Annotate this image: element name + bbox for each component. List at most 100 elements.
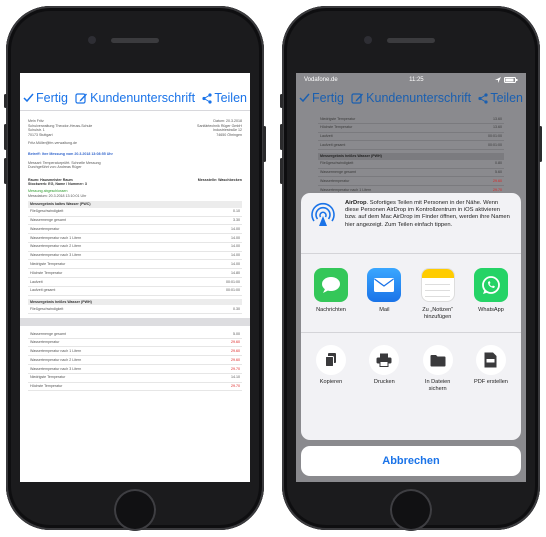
app-label: Nachrichten: [316, 307, 346, 313]
row-value: 14.00: [231, 244, 240, 249]
table-row: Wassertemperatur 29.60: [28, 339, 242, 348]
table-row: Wassermenge gesamt 3.30: [28, 217, 242, 226]
share-app-messages[interactable]: Nachrichten: [309, 268, 353, 332]
action-copy[interactable]: Kopieren: [309, 345, 353, 392]
action-label: Kopieren: [319, 379, 343, 385]
row-value: 29.60: [231, 349, 240, 354]
table-row: Wassertemperatur 29.60: [318, 177, 504, 187]
signature-button[interactable]: Kundenunterschrift: [75, 91, 195, 105]
volume-down-button: [4, 158, 7, 184]
app-label: WhatsApp: [478, 307, 504, 313]
screen-pdf-preview: Fertig Kundenunterschrift Teilen Mein Fr…: [20, 73, 250, 482]
home-button[interactable]: [114, 489, 156, 531]
room-sub: Stockwerk: EG, Name / Nummer: 3: [28, 182, 87, 187]
action-label: Drucken: [373, 379, 395, 385]
table-row: Laufzeit gesamt 00:01:00: [318, 141, 504, 151]
row-value: 5.00: [233, 331, 240, 336]
signature-label: Kundenunterschrift: [90, 91, 196, 105]
row-label: Laufzeit: [320, 134, 333, 139]
action-save-to-files[interactable]: In Dateien sichern: [416, 345, 460, 392]
airdrop-icon: [311, 202, 335, 226]
row-value: 0.80: [495, 161, 502, 166]
row-label: Wassertemperatur nach 1 Litern: [30, 349, 82, 354]
print-icon: [369, 345, 400, 375]
notes-icon: [420, 268, 455, 302]
navigation-bar: Fertig Kundenunterschrift Teilen: [20, 87, 250, 109]
earpiece-speaker: [387, 38, 435, 43]
row-label: Wassertemperatur: [320, 178, 350, 183]
share-button[interactable]: Teilen: [478, 91, 523, 105]
row-value: 00:01:00: [488, 134, 502, 139]
row-value: 29.60: [493, 178, 502, 183]
airdrop-title: AirDrop: [345, 200, 367, 206]
screen-share-sheet: Vodafone.de 11:25 Fertig Kundenunterschr…: [296, 73, 526, 482]
share-button[interactable]: Teilen: [202, 91, 247, 105]
subject-line: Betreff: Ihre Messung vom 20.3.2018 13:0…: [28, 151, 113, 156]
messages-icon: [314, 268, 348, 302]
row-value: 13.60: [493, 125, 502, 130]
airdrop-description: . Sofortiges Teilen mit Personen in der …: [345, 200, 510, 228]
folder-icon: [422, 345, 453, 375]
home-button[interactable]: [390, 489, 432, 531]
section-heading: Messergebnis heißes Wasser (PWH): [28, 298, 242, 306]
recipient-line: 74650 Öhringen: [216, 132, 242, 137]
row-label: Wassermenge gesamt: [30, 331, 66, 336]
table-row: Laufzeit 00:01:00: [28, 278, 242, 287]
measure-date: Messdatum: 20.3.2018 13:10:01 Uhr: [28, 193, 87, 198]
row-label: Laufzeit gesamt: [320, 142, 346, 147]
row-value: 14.00: [231, 235, 240, 240]
row-value: 13.60: [493, 116, 502, 121]
front-camera: [88, 36, 96, 44]
action-print[interactable]: Drucken: [362, 345, 406, 392]
volume-up-button: [4, 124, 7, 150]
row-value: 29.70: [231, 366, 240, 371]
mail-icon: [367, 268, 402, 302]
volume-up-button: [280, 124, 283, 150]
share-app-notes[interactable]: Zu „Notizen“ hinzufügen: [416, 268, 460, 332]
share-label: Teilen: [214, 91, 247, 105]
row-label: Fließgeschwindigkeit: [320, 161, 354, 166]
row-label: Niedrigste Temperatur: [30, 375, 66, 380]
done-button[interactable]: Fertig: [299, 91, 344, 105]
action-row: Kopieren Drucken In Dateien sichern PDF …: [301, 333, 521, 392]
nav-divider: [20, 110, 250, 111]
power-button: [539, 126, 542, 162]
row-label: Laufzeit gesamt: [30, 288, 56, 293]
row-value: 29.70: [231, 384, 240, 389]
table-row: Wassertemperatur nach 2 Litern 14.00: [28, 243, 242, 252]
cancel-button[interactable]: Abbrechen: [301, 446, 521, 476]
airdrop-row[interactable]: AirDrop. Sofortiges Teilen mit Personen …: [301, 193, 521, 253]
navigation-bar-dimmed: Fertig Kundenunterschrift Teilen: [296, 87, 526, 109]
signature-label: Kundenunterschrift: [366, 91, 472, 105]
table-row: Laufzeit gesamt 00:01:00: [28, 287, 242, 296]
table-row: Höchste Temperatur 14.80: [28, 269, 242, 278]
body-line: Durchgeführt von: Andreas Rüger: [28, 165, 82, 170]
sender-email: Fritz.Müller@fm-verwaltung.de: [28, 141, 77, 146]
signature-button[interactable]: Kundenunterschrift: [351, 91, 471, 105]
table-row: Wassertemperatur 14.00: [28, 225, 242, 235]
done-button[interactable]: Fertig: [23, 91, 68, 105]
row-value: 00:01:00: [226, 279, 240, 284]
action-label: In Dateien sichern: [424, 379, 451, 392]
row-label: Wassertemperatur nach 2 Litern: [30, 244, 82, 249]
row-label: Laufzeit: [30, 279, 43, 284]
share-app-whatsapp[interactable]: WhatsApp: [469, 268, 513, 332]
row-label: Wassertemperatur nach 2 Litern: [30, 357, 82, 362]
action-create-pdf[interactable]: PDF erstellen: [469, 345, 513, 392]
pdf-document[interactable]: Mein Fritz Schulverwaltung Theodor-Heuss…: [20, 119, 250, 392]
table-row: Laufzeit 00:01:00: [318, 133, 504, 142]
sender-line: 70173 Stuttgart: [28, 132, 53, 137]
row-value: 00:01:00: [488, 142, 502, 147]
table-row: Wassertemperatur nach 3 Litern 14.00: [28, 252, 242, 261]
share-label: Teilen: [490, 91, 523, 105]
volume-down-button: [280, 158, 283, 184]
row-value: 14.80: [231, 270, 240, 275]
done-label: Fertig: [312, 91, 344, 105]
table-row: Wassermenge gesamt 5.60: [318, 169, 504, 178]
share-app-mail[interactable]: Mail: [362, 268, 406, 332]
whatsapp-icon: [473, 268, 508, 302]
row-value: 14.10: [231, 375, 240, 380]
row-label: Wassertemperatur nach 1 Litern: [30, 235, 82, 240]
row-label: Fließgeschwindigkeit: [30, 306, 64, 311]
table-row: Wassertemperatur nach 2 Litern 29.60: [28, 356, 242, 366]
